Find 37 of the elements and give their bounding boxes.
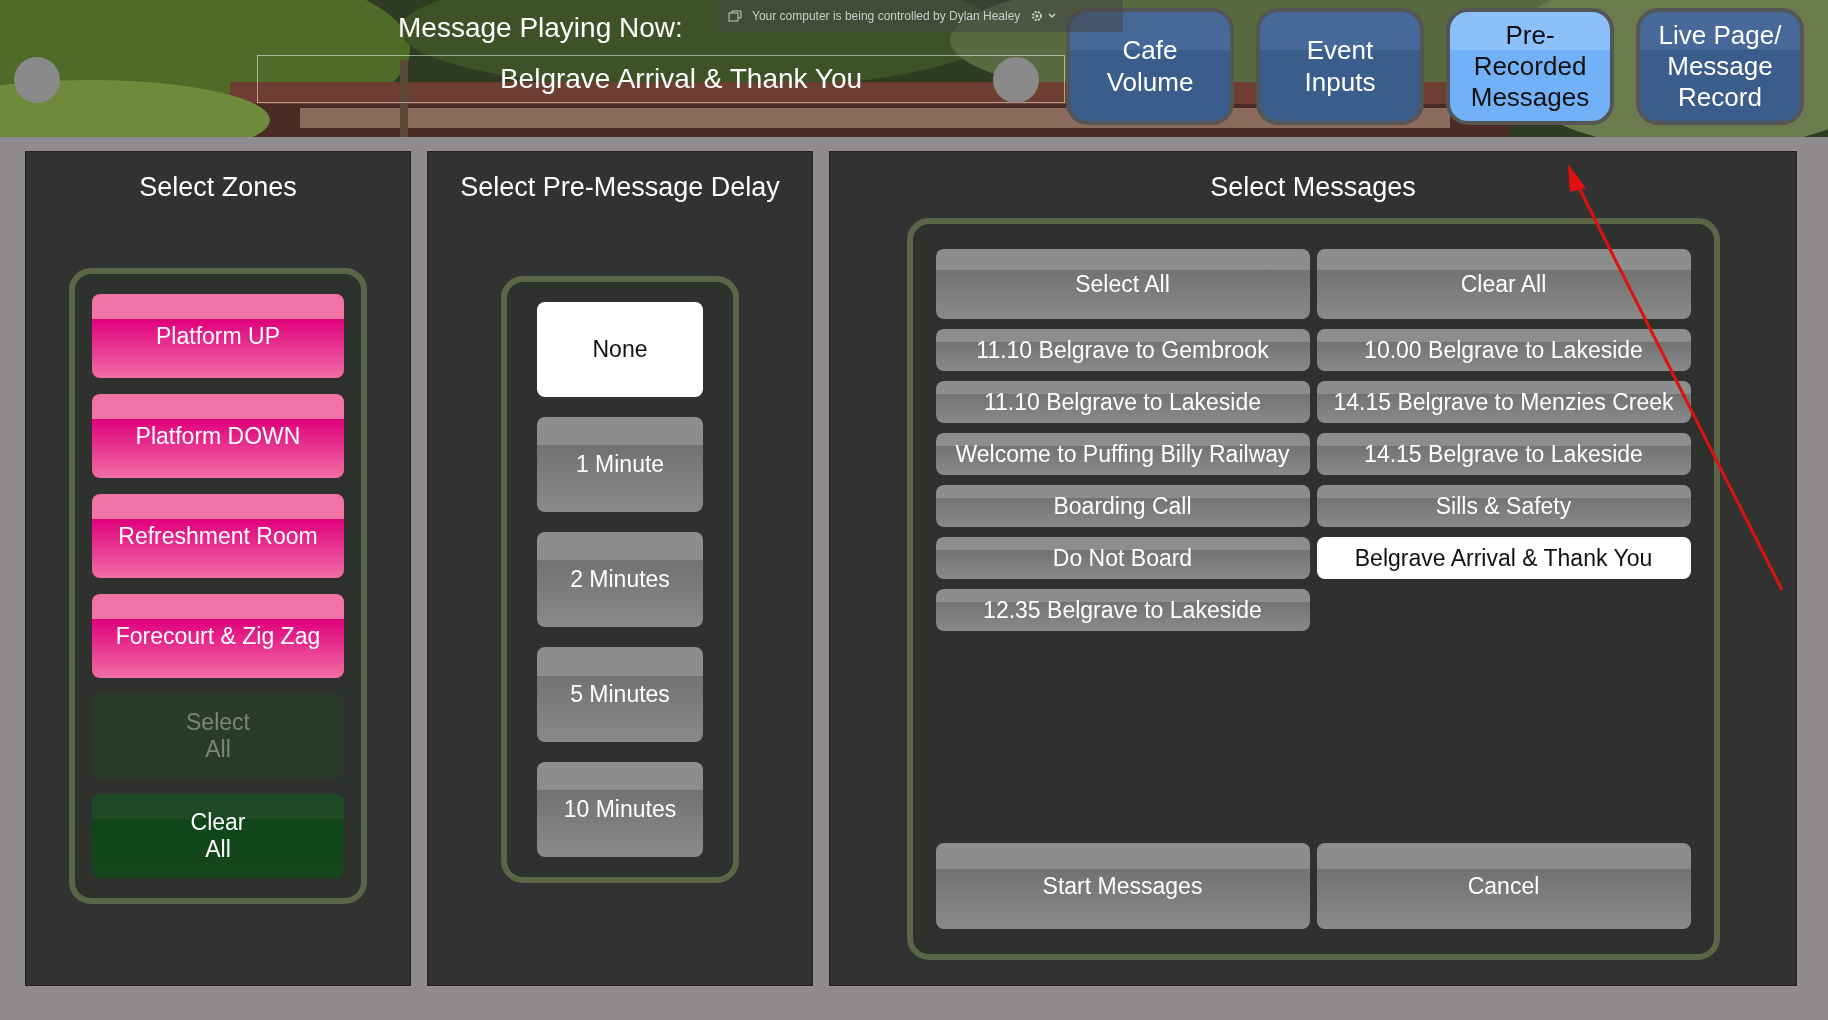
nav-tab[interactable]: Pre-Recorded Messages bbox=[1446, 8, 1614, 125]
message-button[interactable]: 11.10 Belgrave to Gembrook bbox=[935, 329, 1310, 371]
message-button[interactable]: 12.35 Belgrave to Lakeside bbox=[935, 589, 1310, 631]
message-button[interactable]: Sills & Safety bbox=[1316, 485, 1691, 527]
message-button[interactable]: Belgrave Arrival & Thank You bbox=[1316, 537, 1691, 579]
message-button[interactable]: Welcome to Puffing Billy Railway bbox=[935, 433, 1310, 475]
now-playing-field: Belgrave Arrival & Thank You bbox=[257, 55, 1065, 103]
messages-action-button[interactable]: Clear All bbox=[1316, 249, 1691, 319]
zone-button[interactable]: Platform DOWN bbox=[92, 394, 344, 478]
settings-icon[interactable] bbox=[1030, 9, 1059, 23]
message-button[interactable]: 14.15 Belgrave to Menzies Creek bbox=[1316, 381, 1691, 423]
delay-option[interactable]: 2 Minutes bbox=[537, 532, 703, 627]
delay-option[interactable]: None bbox=[537, 302, 703, 397]
remote-control-notice: Your computer is being controlled by Dylan Healey bbox=[752, 9, 1021, 23]
windows-icon[interactable] bbox=[728, 10, 742, 22]
action-button[interactable]: Start Messages bbox=[935, 843, 1310, 929]
panel-title: Select Messages bbox=[1210, 172, 1416, 203]
delay-option[interactable]: 5 Minutes bbox=[537, 647, 703, 742]
message-button[interactable]: Boarding Call bbox=[935, 485, 1310, 527]
now-playing-label: Message Playing Now: bbox=[398, 12, 683, 44]
nav-tab[interactable]: Live Page/ Message Record bbox=[1636, 8, 1804, 125]
action-button[interactable]: Cancel bbox=[1316, 843, 1691, 929]
message-button[interactable]: 11.10 Belgrave to Lakeside bbox=[935, 381, 1310, 423]
message-button[interactable]: 10.00 Belgrave to Lakeside bbox=[1316, 329, 1691, 371]
message-button[interactable]: Do Not Board bbox=[935, 537, 1310, 579]
panel-title: Select Pre-Message Delay bbox=[460, 172, 780, 203]
zone-button[interactable]: Refreshment Room bbox=[92, 494, 344, 578]
delay-option[interactable]: 1 Minute bbox=[537, 417, 703, 512]
panel-title: Select Zones bbox=[139, 172, 297, 203]
zone-button[interactable]: Forecourt & Zig Zag bbox=[92, 594, 344, 678]
nav-tab[interactable]: Event Inputs bbox=[1256, 8, 1424, 125]
message-button[interactable]: 14.15 Belgrave to Lakeside bbox=[1316, 433, 1691, 475]
delay-option[interactable]: 10 Minutes bbox=[537, 762, 703, 857]
messages-action-button[interactable]: Select All bbox=[935, 249, 1310, 319]
zone-action-button[interactable]: Clear All bbox=[92, 794, 344, 878]
nav-tab[interactable]: Cafe Volume bbox=[1066, 8, 1234, 125]
zone-button[interactable]: Platform UP bbox=[92, 294, 344, 378]
